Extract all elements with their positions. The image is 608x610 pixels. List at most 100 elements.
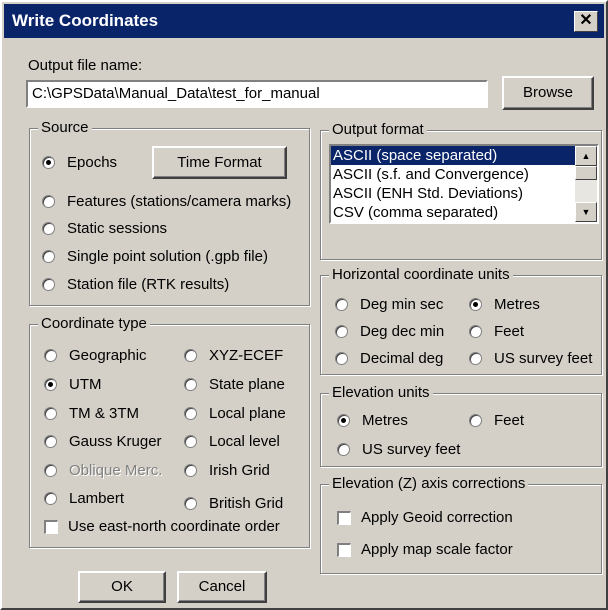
coord-state-plane-radio[interactable]: State plane [184,376,285,393]
horiz-radio-1[interactable] [469,298,482,311]
option-label: Decimal deg [360,350,444,367]
time-format-button[interactable]: Time Format [152,146,287,179]
coord-xyz-ecef-radio[interactable]: XYZ-ECEF [184,347,283,364]
elevation-corrections-group: Elevation (Z) axis corrections Apply Geo… [320,475,602,574]
checkbox-label: Apply Geoid correction [361,509,513,526]
scroll-up-icon[interactable]: ▲ [575,146,597,166]
option-label: British Grid [209,495,284,512]
coord-gauss-kruger-radio[interactable]: Gauss Kruger [44,433,162,450]
elev-us-survey-feet-radio[interactable]: US survey feet [337,441,460,458]
option-label: US survey feet [494,350,593,367]
source-radio-0[interactable] [42,156,55,169]
source-single-point-radio[interactable]: Single point solution (.gpb file) [42,248,268,265]
coord-local-plane-radio[interactable]: Local plane [184,405,286,422]
option-label: Irish Grid [209,462,270,479]
coord-radio-4[interactable] [44,407,57,420]
horiz-deg-min-sec-radio[interactable]: Deg min sec [335,296,443,313]
option-label: Feet [494,323,525,340]
horiz-us-survey-feet-radio[interactable]: US survey feet [469,350,592,367]
coord-radio-11[interactable] [184,497,197,510]
elev-radio-0[interactable] [337,414,350,427]
source-radio-1[interactable] [42,195,55,208]
elev-metres-radio[interactable]: Metres [337,412,408,429]
horiz-radio-5[interactable] [469,352,482,365]
option-label: Metres [494,296,540,313]
geoid-correction-checkbox[interactable]: Apply Geoid correction [337,509,513,526]
coord-radio-9[interactable] [184,464,197,477]
option-label: US survey feet [362,441,461,458]
scroll-down-icon[interactable]: ▼ [575,202,597,222]
horizontal-units-group: Horizontal coordinate units Deg min sec … [320,266,602,375]
coord-lambert-radio[interactable]: Lambert [44,490,124,507]
option-label: Local plane [209,405,286,422]
coord-local-level-radio[interactable]: Local level [184,433,280,450]
coord-radio-3[interactable] [184,378,197,391]
coordinate-type-group: Coordinate type Geographic XYZ-ECEF UTM … [29,315,310,548]
source-option-label: Static sessions [67,220,168,237]
source-features-radio[interactable]: Features (stations/camera marks) [42,193,291,210]
title-bar[interactable]: Write Coordinates ✕ [4,4,604,38]
scale-check[interactable] [337,542,351,557]
source-group-title: Source [38,119,92,136]
horiz-decimal-deg-radio[interactable]: Decimal deg [335,350,443,367]
horiz-radio-3[interactable] [469,325,482,338]
option-label: Deg min sec [360,296,444,313]
source-option-label: Single point solution (.gpb file) [67,248,268,265]
geoid-check[interactable] [337,510,351,525]
cancel-button[interactable]: Cancel [177,571,267,603]
source-radio-2[interactable] [42,222,55,235]
coord-radio-7[interactable] [184,435,197,448]
coord-utm-radio[interactable]: UTM [44,376,102,393]
output-file-label: Output file name: [28,57,143,74]
elev-radio-1[interactable] [469,414,482,427]
horiz-metres-radio[interactable]: Metres [469,296,540,313]
checkbox-label: Apply map scale factor [361,541,513,558]
horiz-radio-2[interactable] [335,325,348,338]
coord-oblique-merc-radio: Oblique Merc. [44,462,162,479]
list-item[interactable]: ASCII (space separated) [331,146,575,165]
coord-radio-1[interactable] [184,349,197,362]
checkbox-label: Use east-north coordinate order [68,518,280,535]
coord-irish-grid-radio[interactable]: Irish Grid [184,462,270,479]
horiz-radio-0[interactable] [335,298,348,311]
coord-british-grid-radio[interactable]: British Grid [184,495,283,512]
coord-radio-5[interactable] [184,407,197,420]
option-label: Gauss Kruger [69,433,162,450]
ok-button[interactable]: OK [78,571,166,603]
elev-feet-radio[interactable]: Feet [469,412,524,429]
horiz-deg-dec-min-radio[interactable]: Deg dec min [335,323,444,340]
write-coordinates-dialog: Write Coordinates ✕ Output file name: C:… [0,0,608,610]
east-north-check[interactable] [44,519,58,534]
source-static-sessions-radio[interactable]: Static sessions [42,220,167,237]
coord-radio-10[interactable] [44,492,57,505]
elevation-units-group: Elevation units Metres Feet US survey fe… [320,384,602,467]
listbox-scrollbar[interactable]: ▲ ▼ [575,146,597,222]
source-radio-3[interactable] [42,250,55,263]
elev-radio-2[interactable] [337,443,350,456]
source-epochs-radio[interactable]: Epochs [42,154,117,171]
elevation-corrections-group-title: Elevation (Z) axis corrections [329,475,529,492]
east-north-order-checkbox[interactable]: Use east-north coordinate order [44,518,280,535]
close-button[interactable]: ✕ [574,11,598,32]
coord-radio-6[interactable] [44,435,57,448]
horiz-radio-4[interactable] [335,352,348,365]
horiz-feet-radio[interactable]: Feet [469,323,524,340]
list-item[interactable]: ASCII (s.f. and Convergence) [331,165,575,184]
scroll-thumb[interactable] [575,166,597,180]
source-station-file-radio[interactable]: Station file (RTK results) [42,276,229,293]
coord-tm-3tm-radio[interactable]: TM & 3TM [44,405,139,422]
coord-geographic-radio[interactable]: Geographic [44,347,147,364]
browse-button[interactable]: Browse [502,76,594,110]
list-item[interactable]: CSV (comma separated) [331,203,575,222]
option-label: Local level [209,433,280,450]
coord-radio-0[interactable] [44,349,57,362]
output-file-input[interactable]: C:\GPSData\Manual_Data\test_for_manual [26,80,488,108]
source-radio-4[interactable] [42,278,55,291]
map-scale-factor-checkbox[interactable]: Apply map scale factor [337,541,513,558]
option-label: Lambert [69,490,125,507]
list-item[interactable]: ASCII (ENH Std. Deviations) [331,184,575,203]
coord-radio-2[interactable] [44,378,57,391]
output-format-listbox[interactable]: ASCII (space separated) ASCII (s.f. and … [329,144,599,224]
option-label: Metres [362,412,408,429]
output-format-group-title: Output format [329,121,427,138]
